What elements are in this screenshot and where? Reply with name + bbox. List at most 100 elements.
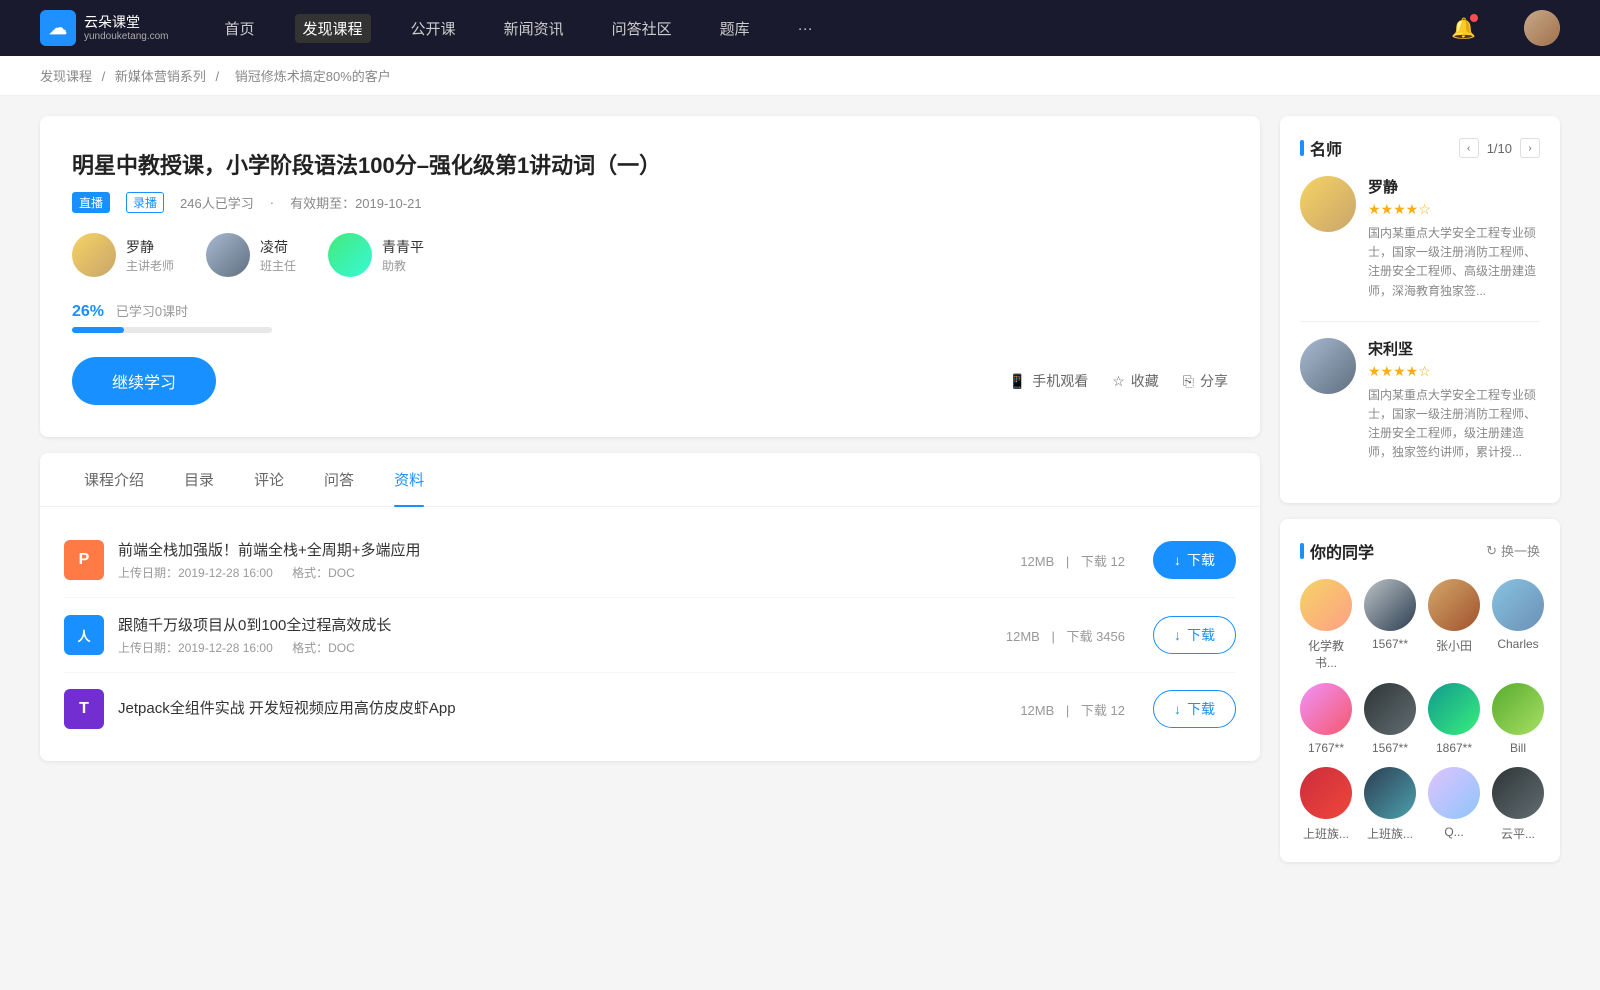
breadcrumb-current: 销冠修炼术搞定80%的客户 <box>235 69 391 84</box>
download-button-1[interactable]: ↓ 下载 <box>1153 541 1236 579</box>
classmate-5[interactable]: 1767** <box>1300 683 1352 755</box>
classmate-avatar-6 <box>1364 683 1416 735</box>
download-icon-2: ↓ <box>1174 627 1181 643</box>
course-actions: 继续学习 📱 手机观看 ☆ 收藏 ⎘ 分享 <box>72 357 1228 405</box>
file-info-2: 跟随千万级项目从0到100全过程高效成长 上传日期：2019-12-28 16:… <box>118 614 978 656</box>
action-mobile[interactable]: 📱 手机观看 <box>1009 371 1088 391</box>
user-avatar[interactable] <box>1524 10 1560 46</box>
sidebar-teacher-stars-2: ★★★★☆ <box>1368 363 1540 380</box>
classmate-1[interactable]: 化学教书... <box>1300 579 1352 671</box>
logo[interactable]: ☁ 云朵课堂 yundouketang.com <box>40 10 169 46</box>
refresh-label: 换一换 <box>1501 541 1540 560</box>
classmate-avatar-2 <box>1364 579 1416 631</box>
nav-more[interactable]: ··· <box>790 16 821 41</box>
classmates-header: 你的同学 ↻ 换一换 <box>1300 539 1540 563</box>
classmate-10[interactable]: 上班族... <box>1364 767 1416 842</box>
tab-catalog[interactable]: 目录 <box>164 453 234 506</box>
sidebar-pagination: ‹ 1/10 › <box>1459 138 1540 158</box>
classmate-name-4: Charles <box>1497 637 1538 651</box>
meta-separator: · <box>270 195 274 210</box>
tab-review[interactable]: 评论 <box>234 453 304 506</box>
classmate-name-11: Q... <box>1444 825 1463 839</box>
sidebar-teacher-1: 罗静 ★★★★☆ 国内某重点大学安全工程专业硕士，国家一级注册消防工程师、注册安… <box>1300 176 1540 301</box>
teacher-info-3: 青青平 助教 <box>382 237 424 274</box>
classmate-3[interactable]: 张小田 <box>1428 579 1480 671</box>
file-name-3: Jetpack全组件实战 开发短视频应用高仿皮皮虾App <box>118 697 992 718</box>
course-title: 明星中教授课，小学阶段语法100分–强化级第1讲动词（一） <box>72 148 1228 180</box>
share-icon: ⎘ <box>1183 373 1194 390</box>
progress-studied: 已学习0课时 <box>116 304 188 319</box>
classmate-name-5: 1767** <box>1308 741 1344 755</box>
classmates-title: 你的同学 <box>1300 539 1374 563</box>
content-area: 明星中教授课，小学阶段语法100分–强化级第1讲动词（一） 直播 录播 246人… <box>40 116 1260 878</box>
classmate-7[interactable]: 1867** <box>1428 683 1480 755</box>
notification-dot <box>1470 14 1478 22</box>
tag-live: 直播 <box>72 192 110 213</box>
file-icon-2: 人 <box>64 615 104 655</box>
refresh-button[interactable]: ↻ 换一换 <box>1486 541 1540 560</box>
breadcrumb-link-1[interactable]: 发现课程 <box>40 69 92 84</box>
nav-news[interactable]: 新闻资讯 <box>496 14 572 43</box>
nav-home[interactable]: 首页 <box>217 14 263 43</box>
tab-intro[interactable]: 课程介绍 <box>64 453 164 506</box>
nav-quiz[interactable]: 题库 <box>712 14 758 43</box>
teacher-name-2: 凌荷 <box>260 237 296 257</box>
teachers-list: 罗静 主讲老师 凌荷 班主任 青青平 助教 <box>72 233 1228 277</box>
classmate-8[interactable]: Bill <box>1492 683 1544 755</box>
classmate-avatar-1 <box>1300 579 1352 631</box>
teacher-role-3: 助教 <box>382 257 424 274</box>
main-container: 明星中教授课，小学阶段语法100分–强化级第1讲动词（一） 直播 录播 246人… <box>0 96 1600 898</box>
classmate-avatar-8 <box>1492 683 1544 735</box>
classmates-grid: 化学教书... 1567** 张小田 Charles 1767** <box>1300 579 1540 842</box>
breadcrumb-link-2[interactable]: 新媒体营销系列 <box>115 69 206 84</box>
sidebar-teacher-desc-2: 国内某重点大学安全工程专业硕士，国家一级注册消防工程师、注册安全工程师，级注册建… <box>1368 386 1540 463</box>
classmate-2[interactable]: 1567** <box>1364 579 1416 671</box>
progress-percent: 26% <box>72 303 104 320</box>
download-icon-3: ↓ <box>1174 701 1181 717</box>
teacher-item-2: 凌荷 班主任 <box>206 233 296 277</box>
download-button-2[interactable]: ↓ 下载 <box>1153 616 1236 654</box>
tab-materials[interactable]: 资料 <box>374 453 444 506</box>
teacher-item-3: 青青平 助教 <box>328 233 424 277</box>
sidebar-teacher-desc-1: 国内某重点大学安全工程专业硕士，国家一级注册消防工程师、注册安全工程师、高级注册… <box>1368 224 1540 301</box>
teachers-sidebar-card: 名师 ‹ 1/10 › 罗静 ★★★★☆ 国内某重点大学安全工程专业硕士，国家一… <box>1280 116 1560 503</box>
progress-section: 26% 已学习0课时 <box>72 301 1228 333</box>
classmate-6[interactable]: 1567** <box>1364 683 1416 755</box>
teacher-info-1: 罗静 主讲老师 <box>126 237 174 274</box>
teacher-avatar-2 <box>206 233 250 277</box>
classmate-avatar-3 <box>1428 579 1480 631</box>
classmate-12[interactable]: 云平... <box>1492 767 1544 842</box>
mobile-icon: 📱 <box>1009 373 1026 390</box>
continue-button[interactable]: 继续学习 <box>72 357 216 405</box>
sidebar-teacher-2: 宋利坚 ★★★★☆ 国内某重点大学安全工程专业硕士，国家一级注册消防工程师、注册… <box>1300 338 1540 463</box>
nav-public[interactable]: 公开课 <box>403 14 464 43</box>
notification-bell[interactable]: 🔔 <box>1451 16 1476 41</box>
classmate-4[interactable]: Charles <box>1492 579 1544 671</box>
classmate-11[interactable]: Q... <box>1428 767 1480 842</box>
download-button-3[interactable]: ↓ 下载 <box>1153 690 1236 728</box>
tabs-body: P 前端全栈加强版！前端全栈+全周期+多端应用 上传日期：2019-12-28 … <box>40 507 1260 761</box>
classmate-name-1: 化学教书... <box>1300 637 1352 671</box>
teacher-role-1: 主讲老师 <box>126 257 174 274</box>
nav-qa[interactable]: 问答社区 <box>604 14 680 43</box>
tab-qa[interactable]: 问答 <box>304 453 374 506</box>
page-next-btn[interactable]: › <box>1520 138 1540 158</box>
page-prev-btn[interactable]: ‹ <box>1459 138 1479 158</box>
page-number: 1/10 <box>1487 141 1512 156</box>
classmate-9[interactable]: 上班族... <box>1300 767 1352 842</box>
teacher-info-2: 凌荷 班主任 <box>260 237 296 274</box>
collect-icon: ☆ <box>1112 373 1125 390</box>
refresh-icon: ↻ <box>1486 543 1497 559</box>
classmate-name-8: Bill <box>1510 741 1526 755</box>
classmate-avatar-12 <box>1492 767 1544 819</box>
action-links: 📱 手机观看 ☆ 收藏 ⎘ 分享 <box>1009 371 1228 391</box>
file-item-3: T Jetpack全组件实战 开发短视频应用高仿皮皮虾App 12MB | 下载… <box>64 673 1236 745</box>
tabs-header: 课程介绍 目录 评论 问答 资料 <box>40 453 1260 507</box>
action-share[interactable]: ⎘ 分享 <box>1183 371 1228 391</box>
classmate-name-7: 1867** <box>1436 741 1472 755</box>
progress-bar-fill <box>72 327 124 333</box>
nav-discover[interactable]: 发现课程 <box>295 14 371 43</box>
action-collect[interactable]: ☆ 收藏 <box>1112 371 1159 391</box>
collect-label: 收藏 <box>1131 371 1159 391</box>
teachers-sidebar-title: 名师 <box>1300 136 1342 160</box>
